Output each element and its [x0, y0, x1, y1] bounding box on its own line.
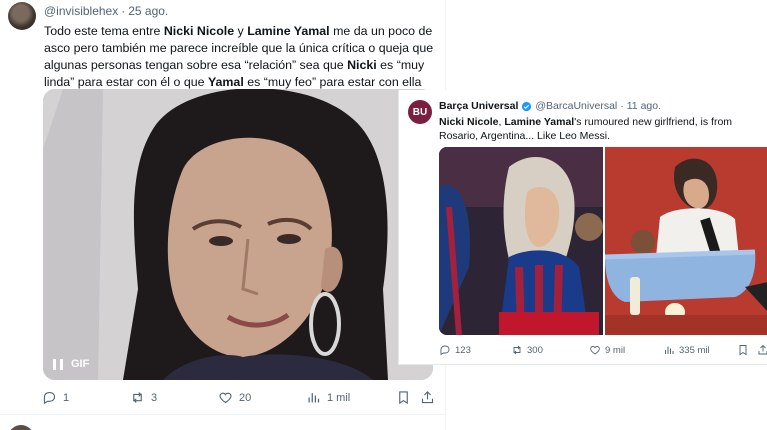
view-count: 1 mil — [327, 391, 351, 404]
tweet-date[interactable]: 25 ago. — [128, 4, 168, 18]
heart-icon — [219, 392, 232, 404]
views-button[interactable]: 335 mil — [663, 344, 710, 356]
verified-badge-icon — [522, 101, 532, 111]
avatar[interactable] — [8, 425, 34, 430]
like-count: 20 — [239, 391, 252, 404]
share-button[interactable] — [757, 344, 767, 356]
tweet-date[interactable]: 11 ago. — [627, 100, 661, 112]
gif-label: GIF — [71, 358, 90, 370]
user-handle[interactable]: @BarcaUniversal — [535, 100, 617, 112]
tweet-text: Todo este tema entre Nicki Nicole y Lami… — [44, 24, 434, 89]
reply-count: 1 — [63, 391, 70, 404]
next-tweet-preview[interactable] — [0, 414, 446, 430]
reply-button[interactable]: 123 — [439, 344, 471, 356]
views-icon — [308, 393, 320, 403]
retweet-icon — [513, 345, 521, 355]
tweet-actions: 123 300 9 mil 335 mil — [437, 344, 767, 358]
like-count: 9 mil — [605, 344, 626, 356]
heart-icon — [590, 346, 600, 355]
quoted-tweet[interactable]: BU Barça Universal @BarcaUniversal · 11 … — [398, 90, 767, 365]
main-tweet[interactable]: @invisiblehex · 25 ago. Todo este tema ent… — [0, 0, 446, 430]
avatar[interactable] — [8, 2, 36, 30]
reply-icon — [43, 391, 56, 405]
pause-icon[interactable] — [53, 358, 63, 370]
gif-media[interactable]: GIF — [43, 89, 433, 380]
avatar[interactable]: BU — [408, 100, 432, 124]
tweet-actions: 1 3 20 1 mil — [40, 390, 435, 408]
baby-bath-photo[interactable] — [605, 147, 767, 335]
gif-image — [43, 89, 433, 380]
reply-button[interactable]: 1 — [42, 390, 69, 405]
retweet-button[interactable]: 300 — [511, 344, 543, 356]
retweet-count: 300 — [527, 344, 543, 356]
gif-controls[interactable]: GIF — [53, 358, 89, 370]
retweet-count: 3 — [151, 391, 158, 404]
retweet-icon — [133, 392, 142, 403]
user-handle[interactable]: @invisiblehex — [44, 4, 118, 18]
like-button[interactable]: 9 mil — [589, 344, 625, 356]
share-icon — [758, 344, 767, 355]
separator: · — [121, 4, 126, 18]
tweet-header: @invisiblehex · 25 ago. — [44, 4, 168, 18]
views-button[interactable]: 1 mil — [306, 390, 350, 405]
stadium-photo[interactable] — [439, 147, 603, 335]
like-button[interactable]: 20 — [218, 390, 251, 405]
baby-bath-photo-art — [605, 147, 767, 335]
tweet-text: Nicki Nicole, Lamine Yamal's rumoured ne… — [439, 116, 733, 142]
tweet-header: Barça Universal @BarcaUniversal · 11 ago… — [439, 100, 661, 112]
bookmark-icon — [399, 391, 408, 405]
bookmark-button[interactable] — [396, 390, 411, 405]
stadium-photo-art — [439, 147, 603, 335]
user-name[interactable]: Barça Universal — [439, 100, 518, 112]
reply-icon — [440, 345, 450, 356]
views-icon — [665, 346, 674, 354]
share-button[interactable] — [420, 390, 435, 405]
share-icon — [421, 391, 434, 404]
view-count: 335 mil — [679, 344, 710, 356]
reply-count: 123 — [455, 344, 471, 356]
bookmark-button[interactable] — [737, 344, 749, 356]
retweet-button[interactable]: 3 — [130, 390, 157, 405]
separator: · — [620, 100, 624, 112]
tweet-media[interactable] — [439, 147, 767, 335]
bookmark-icon — [739, 345, 747, 356]
